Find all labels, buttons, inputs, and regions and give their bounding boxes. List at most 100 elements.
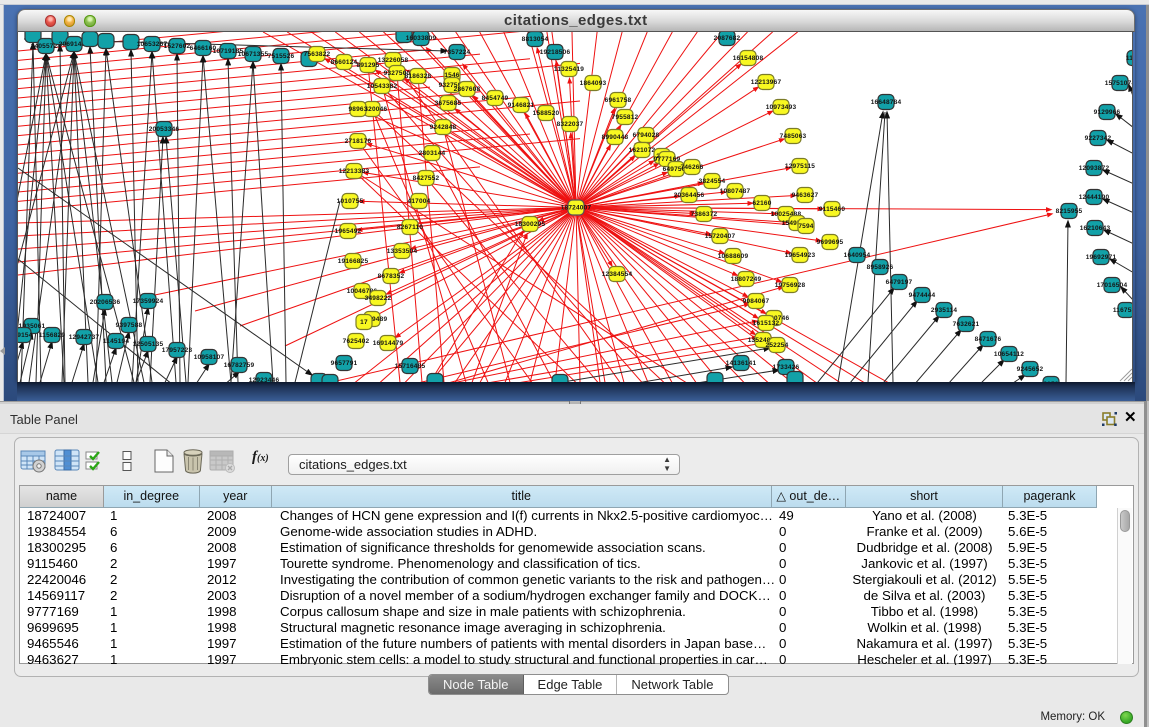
svg-text:1156829: 1156829 <box>39 332 66 339</box>
svg-text:17359924: 17359924 <box>133 298 164 305</box>
svg-text:8267110: 8267110 <box>397 224 424 231</box>
svg-text:891295: 891295 <box>357 62 380 69</box>
svg-text:2935114: 2935114 <box>931 307 958 314</box>
svg-text:8660124: 8660124 <box>331 59 358 66</box>
svg-text:1527602: 1527602 <box>164 43 191 50</box>
svg-text:11127: 11127 <box>1126 55 1133 62</box>
svg-text:16914479: 16914479 <box>373 340 404 347</box>
svg-text:15720407: 15720407 <box>705 233 736 240</box>
svg-text:9152: 9152 <box>1043 381 1058 383</box>
svg-text:18807249: 18807249 <box>731 276 762 283</box>
svg-text:10958107: 10958107 <box>194 354 225 361</box>
svg-text:7632621: 7632621 <box>953 321 980 328</box>
svg-text:3498222: 3498222 <box>365 295 392 302</box>
svg-text:9397588: 9397588 <box>116 322 143 329</box>
svg-text:16782759: 16782759 <box>224 362 255 369</box>
svg-text:8427552: 8427552 <box>413 175 440 182</box>
svg-text:19756928: 19756928 <box>775 282 806 289</box>
svg-text:20053346: 20053346 <box>149 126 180 133</box>
svg-text:1965492: 1965492 <box>335 228 362 235</box>
svg-text:10543382: 10543382 <box>367 83 398 90</box>
svg-text:10688609: 10688609 <box>718 253 749 260</box>
svg-text:12505135: 12505135 <box>133 341 164 348</box>
svg-text:12213383: 12213383 <box>339 168 370 175</box>
svg-text:19218506: 19218506 <box>540 49 571 56</box>
svg-text:1588520: 1588520 <box>533 110 560 117</box>
svg-text:746266: 746266 <box>681 164 704 171</box>
svg-text:7357224: 7357224 <box>444 49 471 56</box>
svg-text:9657791: 9657791 <box>331 360 358 367</box>
svg-text:10654112: 10654112 <box>994 351 1024 358</box>
svg-text:9474444: 9474444 <box>909 292 936 299</box>
svg-text:19692971: 19692971 <box>1086 254 1117 261</box>
svg-text:9463627: 9463627 <box>792 192 819 199</box>
svg-text:417004: 417004 <box>408 198 431 205</box>
svg-text:1145194: 1145194 <box>103 338 130 345</box>
svg-text:9084067: 9084067 <box>743 298 770 305</box>
svg-text:3824554: 3824554 <box>699 178 726 185</box>
svg-text:8990448: 8990448 <box>602 134 629 141</box>
svg-text:15716485: 15716485 <box>395 363 426 370</box>
svg-text:17016504: 17016504 <box>1097 282 1128 289</box>
svg-text:20206536: 20206536 <box>90 299 121 306</box>
svg-text:7563822: 7563822 <box>304 51 331 58</box>
svg-text:8958926: 8958926 <box>867 264 894 271</box>
svg-text:2803144: 2803144 <box>419 150 446 157</box>
svg-text:2718176: 2718176 <box>345 138 372 145</box>
svg-text:1640954: 1640954 <box>844 252 871 259</box>
svg-text:7594: 7594 <box>798 223 813 230</box>
svg-text:8186328: 8186328 <box>405 73 432 80</box>
svg-text:8215955: 8215955 <box>1056 208 1083 215</box>
svg-text:17957223: 17957223 <box>162 347 193 354</box>
svg-text:8454749: 8454749 <box>482 95 509 102</box>
svg-text:17: 17 <box>360 319 368 326</box>
svg-text:10807487: 10807487 <box>720 188 751 195</box>
svg-text:7386372: 7386372 <box>691 211 718 218</box>
svg-text:13226058: 13226058 <box>378 57 409 64</box>
svg-text:12093872: 12093872 <box>1079 165 1110 172</box>
svg-text:3675685: 3675685 <box>435 100 462 107</box>
svg-text:14136141: 14136141 <box>726 360 757 367</box>
svg-text:6794028: 6794028 <box>633 132 660 139</box>
svg-text:9146821: 9146821 <box>508 102 535 109</box>
svg-text:1733426: 1733426 <box>773 364 800 371</box>
svg-text:62160: 62160 <box>752 200 771 207</box>
svg-text:8813054: 8813054 <box>522 36 549 43</box>
svg-text:2867608: 2867608 <box>454 86 481 93</box>
svg-text:19166825: 19166825 <box>338 258 369 265</box>
svg-text:39154: 39154 <box>18 332 33 339</box>
svg-text:7955812: 7955812 <box>612 114 639 121</box>
svg-text:16033809: 16033809 <box>406 35 437 42</box>
svg-text:9242848: 9242848 <box>430 124 457 131</box>
svg-text:7485063: 7485063 <box>780 133 807 140</box>
svg-text:1010755: 1010755 <box>337 198 364 205</box>
svg-text:1167533: 1167533 <box>1113 307 1133 314</box>
svg-text:15751074: 15751074 <box>1105 80 1133 87</box>
svg-text:12384554: 12384554 <box>602 271 633 278</box>
svg-text:6479197: 6479197 <box>886 279 913 286</box>
svg-text:2087682: 2087682 <box>714 35 741 42</box>
svg-text:8678352: 8678352 <box>378 273 405 280</box>
svg-text:18724007: 18724007 <box>561 204 592 211</box>
svg-text:12213967: 12213967 <box>751 79 782 86</box>
svg-text:20364456: 20364456 <box>674 192 705 199</box>
svg-text:7625402: 7625402 <box>343 338 370 345</box>
svg-text:12975115: 12975115 <box>785 163 815 170</box>
svg-text:9129966: 9129966 <box>1094 109 1121 116</box>
svg-text:10671355: 10671355 <box>238 51 269 58</box>
svg-text:6961758: 6961758 <box>605 97 632 104</box>
svg-text:1615132: 1615132 <box>753 320 780 327</box>
svg-text:12923446: 12923446 <box>249 377 280 383</box>
svg-text:1621072: 1621072 <box>629 147 656 154</box>
svg-text:9227342: 9227342 <box>1085 135 1112 142</box>
svg-text:9699695: 9699695 <box>817 239 844 246</box>
svg-text:16648784: 16648784 <box>871 99 902 106</box>
svg-text:19654923: 19654923 <box>785 252 816 259</box>
svg-text:10973493: 10973493 <box>766 104 797 111</box>
svg-text:16154808: 16154808 <box>733 55 764 62</box>
svg-text:7515526: 7515526 <box>268 53 295 60</box>
svg-text:18300295: 18300295 <box>515 221 546 228</box>
svg-text:13353504: 13353504 <box>387 248 418 255</box>
svg-text:8471676: 8471676 <box>975 336 1002 343</box>
svg-text:252254: 252254 <box>766 342 789 349</box>
